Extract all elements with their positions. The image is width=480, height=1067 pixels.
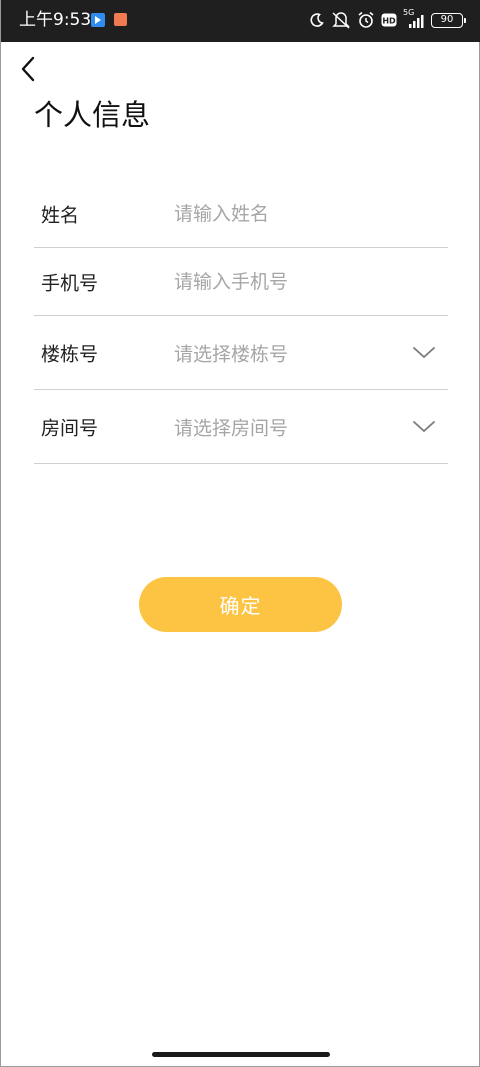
chevron-left-icon <box>21 56 35 82</box>
page-title: 个人信息 <box>34 98 151 132</box>
alarm-icon <box>358 11 374 28</box>
svg-text:HD: HD <box>382 17 396 26</box>
building-label: 楼栋号 <box>41 343 99 365</box>
phone-label: 手机号 <box>41 272 99 294</box>
room-label: 房间号 <box>41 417 99 439</box>
name-label: 姓名 <box>41 204 80 226</box>
hd-icon: HD <box>381 13 397 27</box>
back-button[interactable] <box>15 54 45 84</box>
chevron-down-icon[interactable] <box>412 420 436 434</box>
mute-icon <box>332 12 350 29</box>
building-select[interactable]: 请选择楼栋号 <box>174 339 288 366</box>
chevron-down-icon[interactable] <box>412 346 436 360</box>
battery-icon: 90 <box>431 12 466 28</box>
personal-info-form: 姓名 手机号 楼栋号 请选择楼栋号 房间号 请选择房间号 <box>34 180 448 464</box>
status-time: 上午9:53 <box>19 10 92 30</box>
status-bar: 上午9:53 HD 5G 90 <box>1 0 480 42</box>
building-row[interactable]: 楼栋号 请选择楼栋号 <box>34 316 448 390</box>
phone-row: 手机号 <box>34 248 448 316</box>
name-input[interactable] <box>174 202 404 225</box>
mail-notification-icon <box>114 13 127 26</box>
name-row: 姓名 <box>34 180 448 248</box>
moon-icon <box>310 13 324 27</box>
home-indicator[interactable] <box>152 1052 330 1057</box>
room-row[interactable]: 房间号 请选择房间号 <box>34 390 448 464</box>
confirm-button[interactable]: 确定 <box>139 577 342 632</box>
app-notification-icon <box>91 13 105 27</box>
signal-icon: 5G <box>403 8 425 31</box>
battery-level: 90 <box>440 14 454 25</box>
phone-input[interactable] <box>174 270 404 293</box>
status-icons: HD 5G 90 <box>309 8 466 31</box>
room-select[interactable]: 请选择房间号 <box>174 413 288 440</box>
